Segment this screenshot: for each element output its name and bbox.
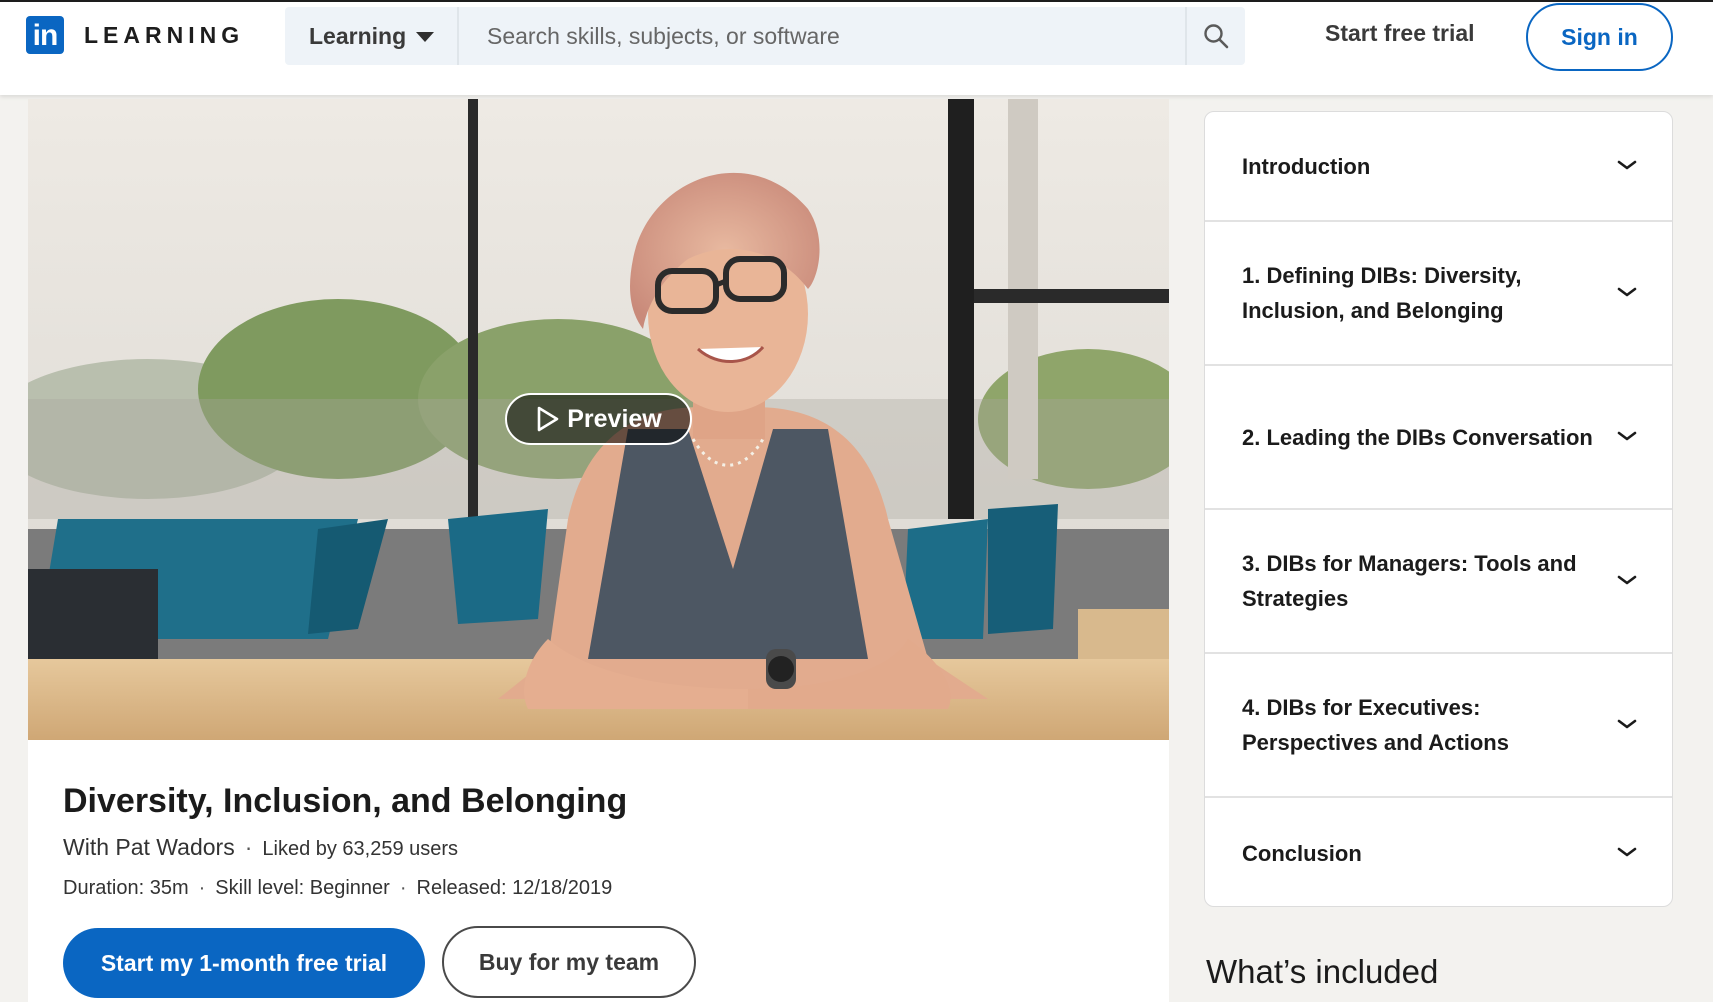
chevron-down-icon [1617,160,1637,170]
course-skill-level: Skill level: Beginner [215,877,390,899]
course-preview-video[interactable]: Preview [28,99,1169,740]
search-bar: Learning [285,7,1245,65]
toc-item-conclusion[interactable]: Conclusion [1205,798,1672,906]
toc-item-label: Conclusion [1242,840,1362,866]
linkedin-logo-icon: in [26,16,64,54]
toc-item-chapter-2[interactable]: 2. Leading the DIBs Conversation [1205,366,1672,510]
course-title: Diversity, Inclusion, and Belonging [63,782,628,820]
preview-button[interactable]: Preview [505,393,692,445]
chevron-down-icon [1617,431,1637,441]
course-duration: Duration: 35m [63,877,189,899]
chevron-down-icon [1617,575,1637,585]
toc-item-chapter-3[interactable]: 3. DIBs for Managers: Tools and Strategi… [1205,510,1672,654]
whats-included-heading: What’s included [1206,953,1439,990]
course-contents-accordion: Introduction 1. Defining DIBs: Diversity… [1204,111,1673,907]
start-free-trial-link[interactable]: Start free trial [1325,20,1475,47]
course-meta-row: Duration: 35m · Skill level: Beginner · … [63,877,612,900]
chevron-down-icon [1617,719,1637,729]
instructor-name[interactable]: With Pat Wadors [63,834,235,861]
course-card: Preview Diversity, Inclusion, and Belong… [28,99,1169,1002]
logo-text: LEARNING [84,21,245,48]
caret-down-icon [416,32,435,42]
toc-item-label: 4. DIBs for Executives: Perspectives and… [1242,695,1509,755]
separator-dot: · [244,834,253,860]
toc-item-label: Introduction [1242,153,1371,179]
preview-label: Preview [567,404,662,433]
toc-item-chapter-4[interactable]: 4. DIBs for Executives: Perspectives and… [1205,654,1672,798]
search-icon [1204,24,1229,49]
category-dropdown-label: Learning [309,22,407,49]
start-free-trial-button[interactable]: Start my 1-month free trial [63,928,425,998]
likes-count: Liked by 63,259 users [262,838,459,860]
sign-in-button[interactable]: Sign in [1526,3,1673,71]
toc-item-label: 2. Leading the DIBs Conversation [1242,424,1593,450]
search-input[interactable] [459,7,1185,65]
chevron-down-icon [1617,287,1637,297]
toc-item-label: 1. Defining DIBs: Diversity, Inclusion, … [1242,263,1522,323]
search-button[interactable] [1185,7,1245,65]
toc-item-chapter-1[interactable]: 1. Defining DIBs: Diversity, Inclusion, … [1205,222,1672,366]
buy-for-team-button[interactable]: Buy for my team [442,926,696,998]
play-icon [537,406,559,432]
toc-item-label: 3. DIBs for Managers: Tools and Strategi… [1242,551,1577,611]
chevron-down-icon [1617,847,1637,857]
separator-dot: · [399,877,407,899]
separator-dot: · [198,877,206,899]
toc-item-introduction[interactable]: Introduction [1205,112,1672,222]
course-release-date: Released: 12/18/2019 [416,877,613,899]
category-dropdown[interactable]: Learning [285,7,459,65]
linkedin-learning-logo[interactable]: in LEARNING [26,16,244,54]
top-navigation-bar: in LEARNING Learning Start free trial Si… [0,0,1713,95]
course-author-row: With Pat Wadors · Liked by 63,259 users [63,834,458,861]
